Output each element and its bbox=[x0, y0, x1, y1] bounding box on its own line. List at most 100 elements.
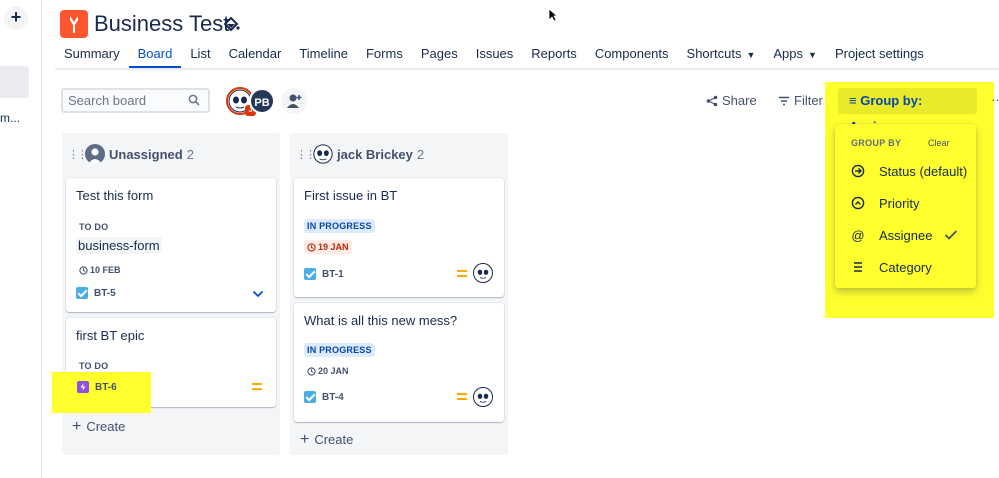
lines-icon: ≡ bbox=[849, 93, 861, 108]
rail-truncated-label[interactable]: m... bbox=[0, 111, 20, 125]
drag-handle-icon[interactable]: ⋮⋮ bbox=[68, 148, 88, 161]
tab-list[interactable]: List bbox=[181, 44, 219, 68]
chevron-down-icon: ▼ bbox=[808, 50, 817, 60]
project-title: Business Test bbox=[94, 11, 230, 36]
filter-label: Filter bbox=[794, 93, 823, 108]
search-board bbox=[61, 88, 210, 113]
drag-handle-icon[interactable]: ⋮⋮ bbox=[296, 148, 316, 161]
create-issue-button[interactable]: + Create bbox=[300, 431, 353, 449]
column-count: 2 bbox=[416, 146, 425, 162]
issue-key-row: BT-4 bbox=[304, 391, 344, 403]
issue-key-row: BT-1 bbox=[304, 268, 344, 280]
tab-summary[interactable]: Summary bbox=[55, 44, 129, 68]
menu-item-priority[interactable]: Priority bbox=[851, 193, 919, 213]
column-count: 2 bbox=[186, 146, 194, 162]
issue-card-bt-4[interactable]: What is all this new mess? IN PROGRESS 2… bbox=[294, 303, 504, 422]
avatar-pb[interactable]: PB bbox=[249, 88, 275, 114]
chevron-down-icon: ▼ bbox=[746, 50, 756, 60]
card-title: first BT epic bbox=[76, 328, 145, 343]
due-date: 10 FEB bbox=[76, 263, 124, 277]
priority-medium-icon bbox=[252, 383, 262, 390]
card-title: First issue in BT bbox=[304, 188, 398, 203]
assignee-avatar-icon[interactable] bbox=[473, 263, 493, 283]
swimlane-jack-brickey: ⋮⋮ jack Brickey 2 First issue in BT IN P… bbox=[290, 133, 508, 455]
add-person-icon bbox=[287, 94, 302, 108]
issue-key[interactable]: BT-1 bbox=[322, 269, 344, 280]
project-logo-icon[interactable] bbox=[60, 10, 88, 38]
status-badge: TO DO bbox=[79, 222, 109, 232]
filter-icon bbox=[779, 96, 789, 105]
arrow-circle-icon bbox=[851, 164, 865, 178]
share-button[interactable]: Share bbox=[706, 93, 757, 108]
menu-item-label: Priority bbox=[879, 195, 920, 211]
column-header[interactable]: ⋮⋮ Unassigned 2 bbox=[68, 143, 194, 165]
search-input[interactable] bbox=[63, 90, 183, 111]
search-icon[interactable] bbox=[188, 94, 200, 106]
clock-icon bbox=[307, 242, 316, 252]
epic-label[interactable]: business-form bbox=[76, 237, 162, 254]
issue-key[interactable]: BT-6 bbox=[95, 382, 117, 393]
column-title: jack Brickey bbox=[337, 146, 413, 162]
create-plus-icon[interactable]: + bbox=[4, 6, 28, 30]
assignee-avatar-icon[interactable] bbox=[473, 387, 493, 407]
paint-bucket-icon[interactable] bbox=[222, 15, 240, 33]
menu-item-assignee[interactable]: @ Assignee bbox=[851, 225, 932, 245]
tab-pages[interactable]: Pages bbox=[412, 44, 467, 68]
card-title: What is all this new mess? bbox=[304, 313, 458, 328]
tab-forms[interactable]: Forms bbox=[357, 44, 412, 68]
group-by-button[interactable]: ≡ Group by: Assignee bbox=[838, 88, 977, 134]
list-icon bbox=[854, 262, 862, 272]
create-issue-button[interactable]: + Create bbox=[72, 418, 125, 436]
card-title: Test this form bbox=[76, 188, 154, 203]
expand-chevron-icon[interactable] bbox=[252, 290, 264, 298]
issue-key[interactable]: BT-5 bbox=[94, 288, 116, 299]
issue-key-row: BT-6 bbox=[77, 381, 117, 393]
clear-button[interactable]: Clear bbox=[928, 138, 950, 148]
epic-type-icon bbox=[77, 381, 89, 393]
at-icon: @ bbox=[851, 227, 865, 243]
tab-calendar[interactable]: Calendar bbox=[220, 44, 291, 68]
menu-item-label: Assignee bbox=[879, 227, 933, 243]
status-badge: IN PROGRESS bbox=[304, 219, 375, 233]
due-date: 20 JAN bbox=[304, 364, 352, 378]
unassigned-avatar-icon bbox=[85, 144, 105, 164]
tab-issues[interactable]: Issues bbox=[467, 44, 523, 68]
priority-medium-icon bbox=[457, 393, 467, 400]
left-rail: + m... bbox=[0, 0, 42, 478]
more-actions-icon[interactable]: ·· bbox=[991, 92, 999, 107]
tab-reports[interactable]: Reports bbox=[522, 44, 586, 68]
rail-selected-item[interactable] bbox=[0, 66, 29, 98]
issue-key[interactable]: BT-4 bbox=[322, 392, 344, 403]
issue-card-bt-1[interactable]: First issue in BT IN PROGRESS 19 JAN BT-… bbox=[294, 178, 504, 297]
tab-board[interactable]: Board bbox=[128, 44, 182, 68]
menu-item-status[interactable]: Status (default) bbox=[851, 161, 967, 181]
tab-components[interactable]: Components bbox=[586, 44, 678, 68]
menu-heading: GROUP BY bbox=[851, 138, 902, 148]
issue-card-bt-5[interactable]: Test this form TO DO business-form 10 FE… bbox=[66, 178, 276, 312]
due-date-overdue: 19 JAN bbox=[304, 240, 352, 254]
column-title: Unassigned bbox=[109, 146, 183, 162]
task-type-icon bbox=[76, 287, 88, 299]
task-type-icon bbox=[304, 268, 316, 280]
share-icon bbox=[706, 95, 718, 106]
tab-apps[interactable]: Apps ▼ bbox=[764, 44, 826, 68]
plus-icon: + bbox=[72, 418, 82, 435]
issue-key-row: BT-5 bbox=[76, 287, 116, 299]
check-icon bbox=[944, 230, 958, 240]
clock-icon bbox=[79, 265, 88, 275]
menu-item-label: Category bbox=[879, 259, 932, 275]
task-type-icon bbox=[304, 391, 316, 403]
plus-icon: + bbox=[300, 431, 310, 448]
add-people-button[interactable] bbox=[281, 88, 307, 114]
share-label: Share bbox=[722, 93, 757, 108]
clock-icon bbox=[307, 366, 316, 376]
mouse-cursor-icon bbox=[548, 8, 558, 22]
tab-timeline[interactable]: Timeline bbox=[290, 44, 357, 68]
menu-item-category[interactable]: Category bbox=[851, 257, 932, 277]
column-header[interactable]: ⋮⋮ jack Brickey 2 bbox=[296, 143, 424, 165]
tab-project-settings[interactable]: Project settings bbox=[826, 44, 933, 68]
tab-shortcuts[interactable]: Shortcuts ▼ bbox=[678, 44, 765, 68]
status-badge: IN PROGRESS bbox=[304, 343, 375, 357]
status-badge: TO DO bbox=[79, 361, 109, 371]
filter-button[interactable]: Filter bbox=[778, 93, 823, 108]
